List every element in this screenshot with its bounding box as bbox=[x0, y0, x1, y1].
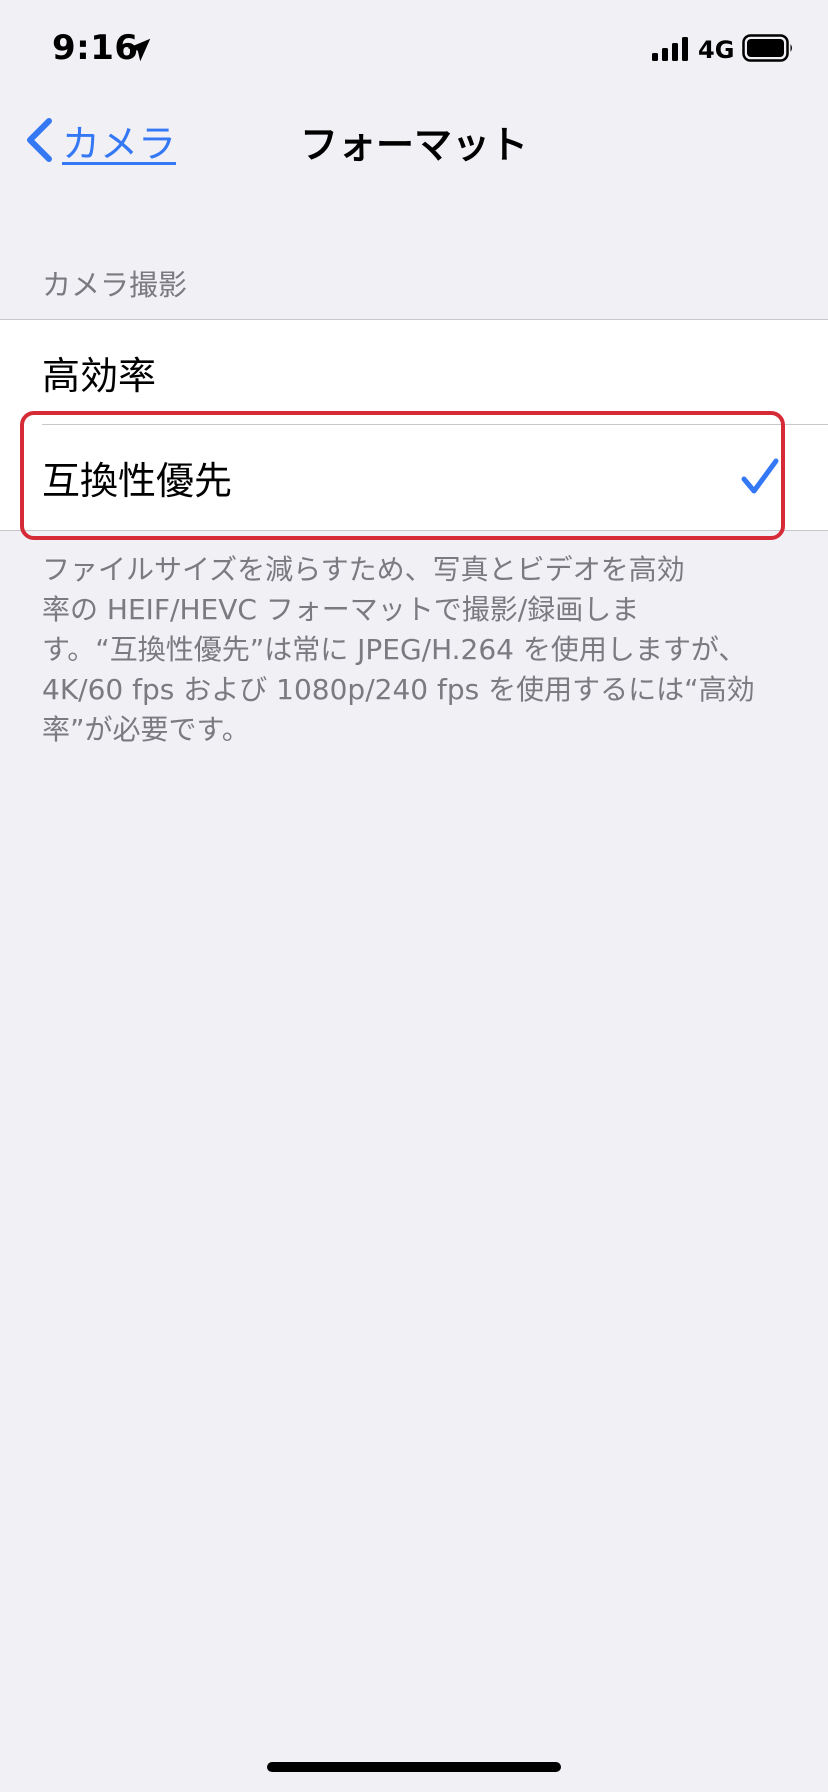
option-high-efficiency[interactable]: 高効率 bbox=[0, 320, 828, 425]
cellular-signal-icon bbox=[652, 37, 688, 61]
checkmark-icon bbox=[741, 458, 779, 494]
page-title: フォーマット bbox=[299, 123, 528, 167]
location-arrow-icon bbox=[127, 38, 151, 62]
format-options-group: 高効率 互換性優先 bbox=[0, 319, 828, 531]
section-footer-text: ファイルサイズを減らすため、写真とビデオを高効 率の HEIF/HEVC フォー… bbox=[42, 553, 755, 746]
section-header: カメラ撮影 bbox=[42, 268, 188, 302]
navigation-bar: カメラ フォーマット bbox=[0, 100, 828, 180]
home-indicator[interactable] bbox=[267, 1762, 561, 1772]
option-most-compatible[interactable]: 互換性優先 bbox=[0, 425, 828, 530]
network-type-label: 4G bbox=[698, 36, 735, 64]
battery-icon bbox=[742, 34, 792, 62]
option-label: 高効率 bbox=[42, 354, 157, 398]
status-bar: 9:16 4G bbox=[0, 0, 828, 100]
option-label: 互換性優先 bbox=[42, 459, 233, 503]
